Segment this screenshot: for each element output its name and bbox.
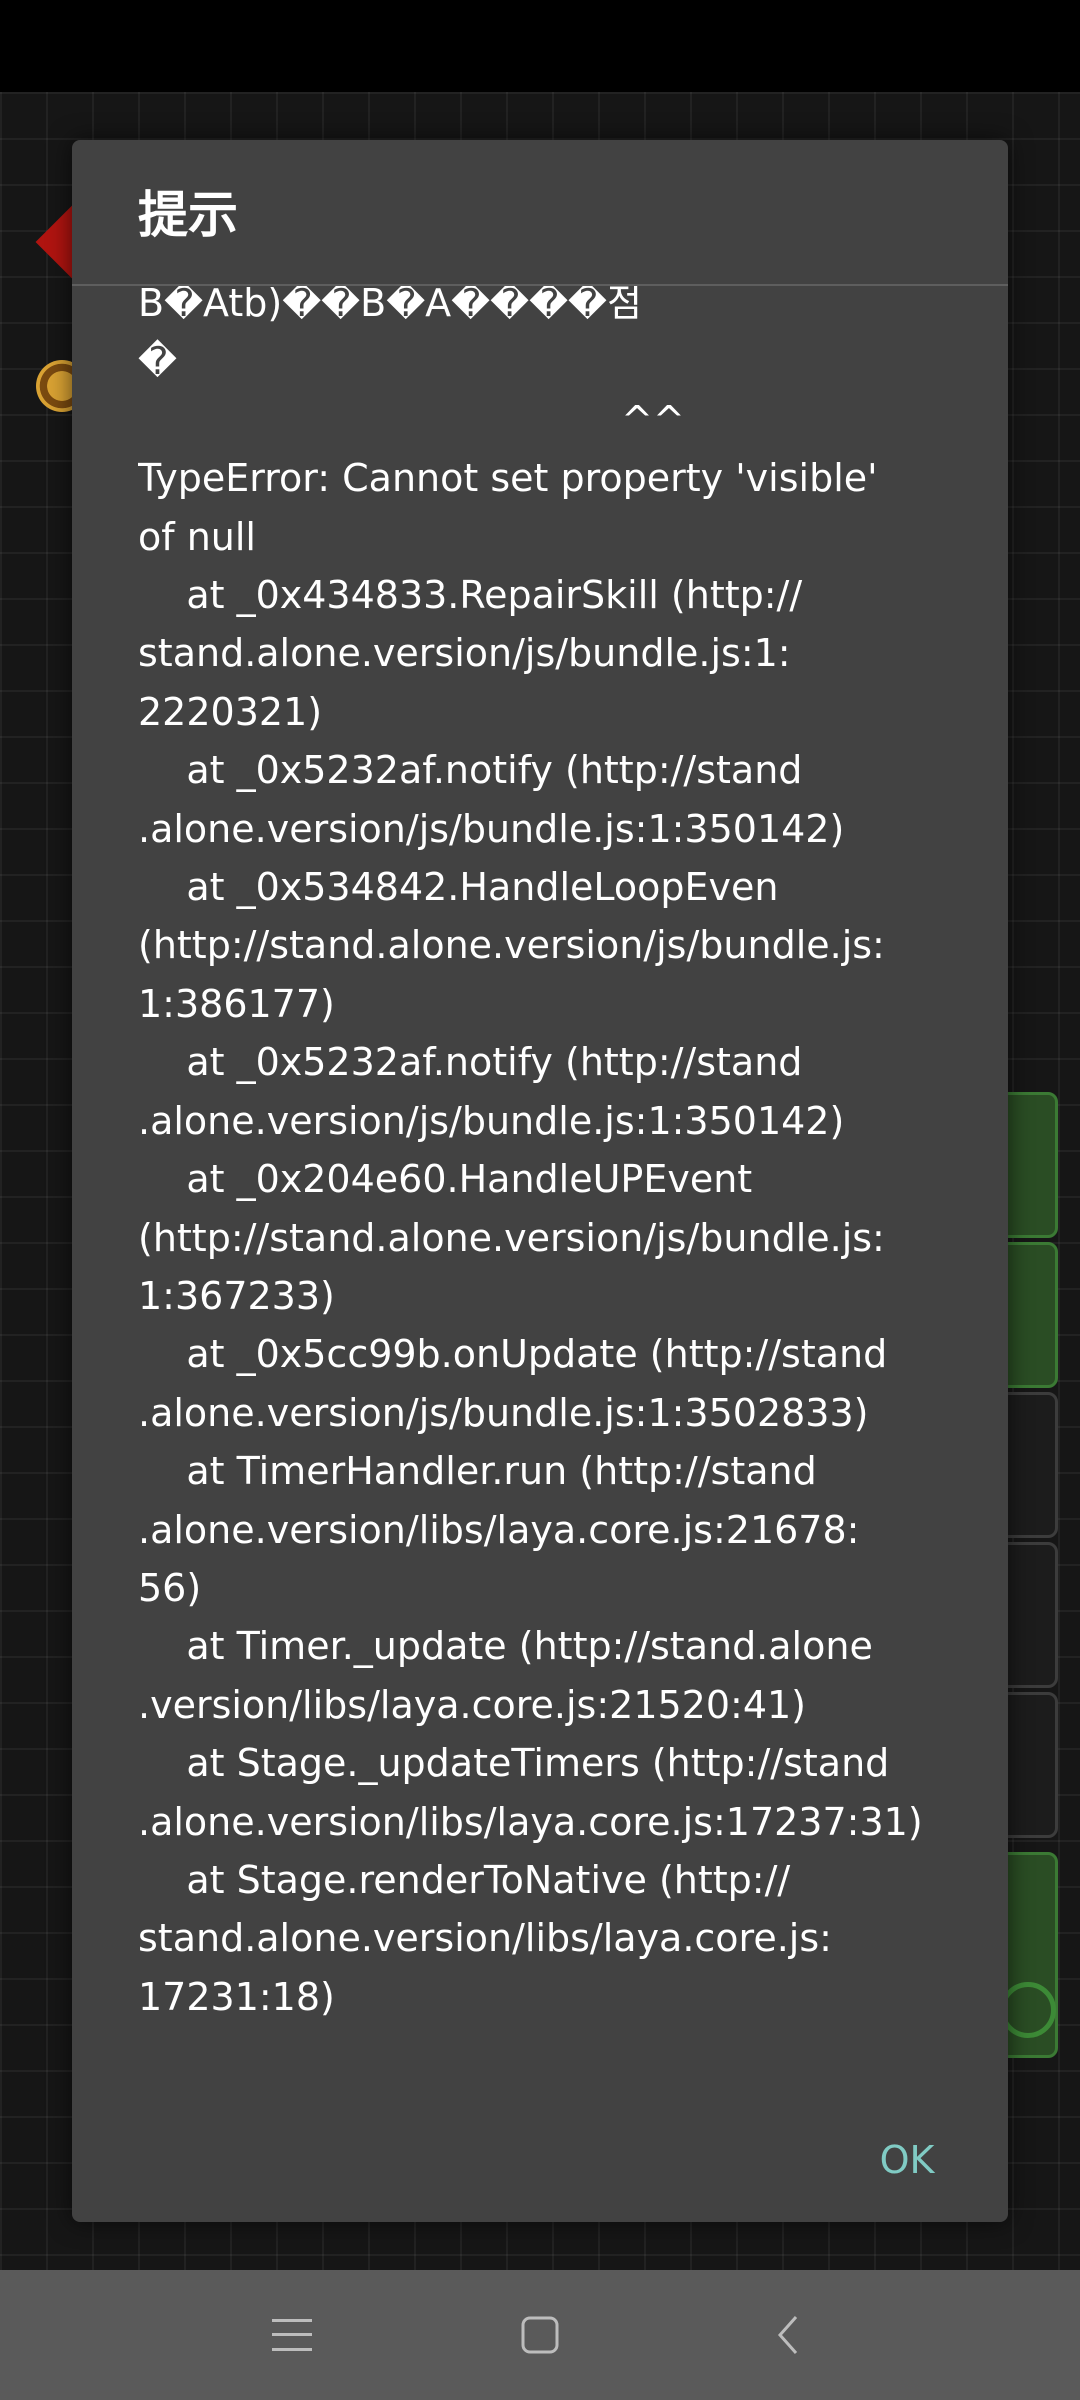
home-button[interactable] — [500, 2295, 580, 2375]
back-chevron-icon — [777, 2316, 798, 2354]
navigation-bar — [0, 2270, 1080, 2400]
screen: 提示 B�Atb)��B�A����점 � ^^ TypeError: Cann… — [0, 0, 1080, 2400]
menu-icon — [272, 2319, 312, 2351]
error-dialog: 提示 B�Atb)��B�A����점 � ^^ TypeError: Cann… — [72, 140, 1008, 2222]
status-bar — [0, 0, 1080, 92]
ok-button[interactable]: OK — [832, 2115, 982, 2205]
home-square-icon — [521, 2316, 559, 2354]
recent-apps-button[interactable] — [252, 2295, 332, 2375]
error-message-text: B�Atb)��B�A����점 � ^^ TypeError: Cannot … — [138, 286, 923, 2019]
dialog-title: 提示 — [138, 186, 238, 244]
game-ring-icon — [1000, 1982, 1056, 2038]
error-message-scroll[interactable]: B�Atb)��B�A����점 � ^^ TypeError: Cannot … — [138, 286, 998, 2186]
back-button[interactable] — [748, 2295, 828, 2375]
